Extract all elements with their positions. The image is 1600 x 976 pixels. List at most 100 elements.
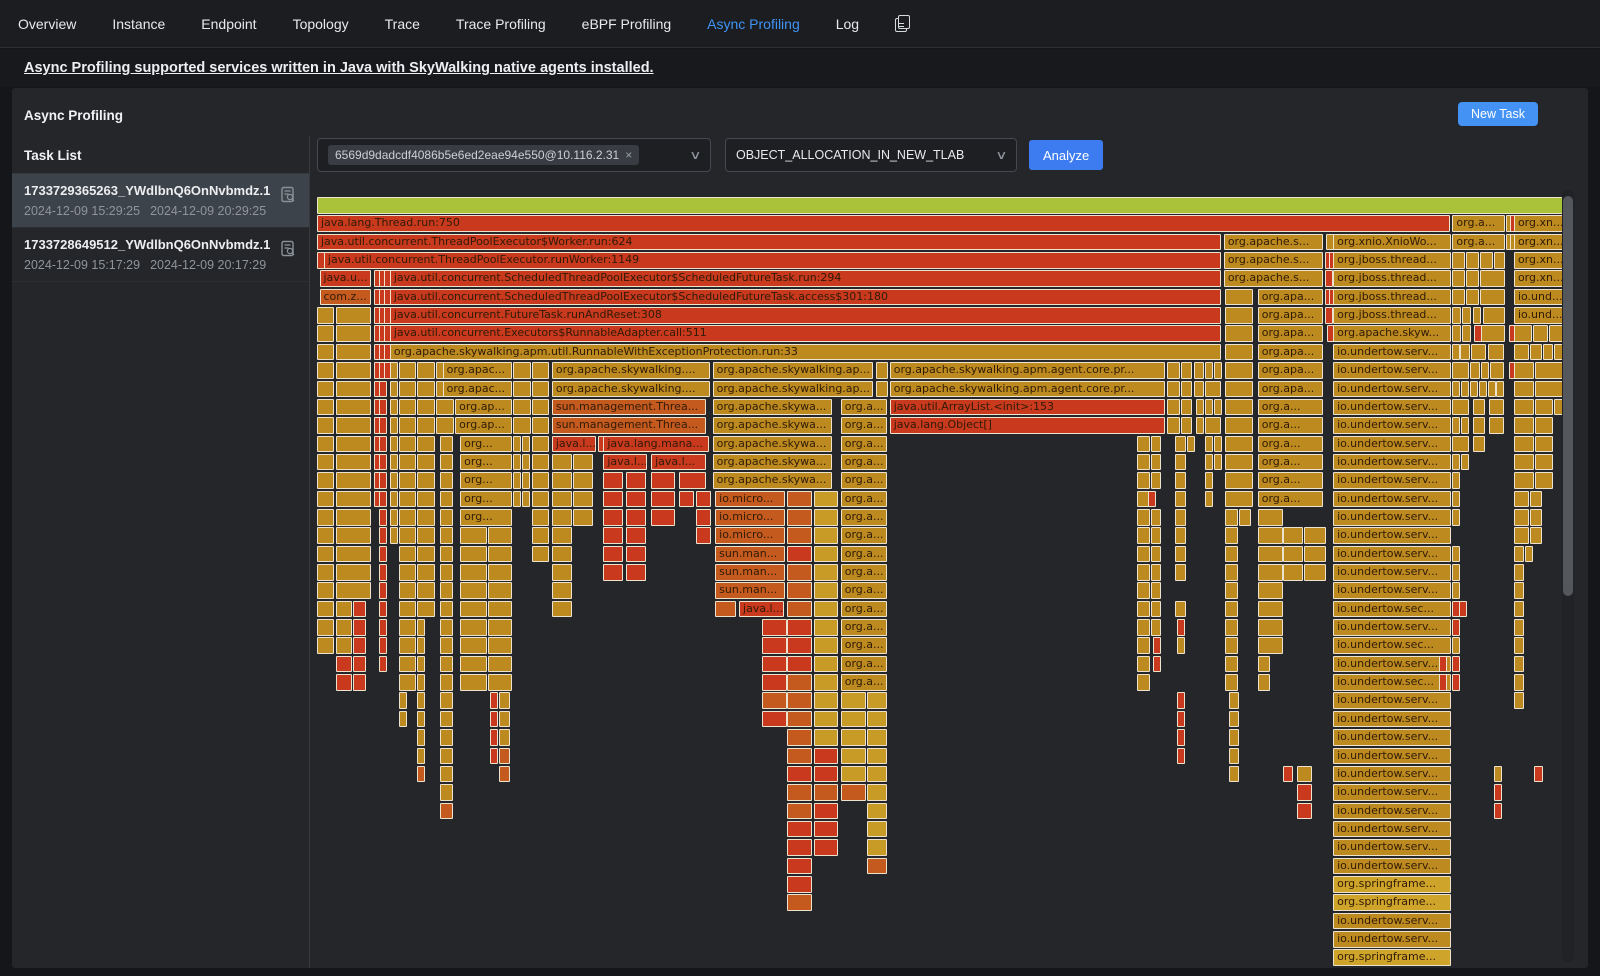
flame-cell[interactable] [399,417,417,434]
flame-cell[interactable] [532,454,550,471]
flame-cell[interactable] [1258,619,1283,636]
flame-cell[interactable] [1452,509,1460,526]
flame-cell[interactable]: org.a... [1452,234,1505,251]
flame-cell[interactable] [1489,417,1504,434]
flame-cell[interactable] [787,803,812,820]
flame-cell[interactable]: org.apa... [1258,344,1323,361]
flame-cell[interactable] [488,674,512,691]
flame-cell[interactable] [787,748,812,765]
flame-cell[interactable] [379,454,387,471]
flame-cell[interactable] [336,307,371,324]
flame-cell[interactable] [1225,454,1253,471]
flame-cell[interactable] [513,436,521,453]
flame-cell[interactable] [399,454,417,471]
remove-instance-icon[interactable]: × [625,148,632,162]
flame-cell[interactable] [1181,381,1192,398]
flame-cell[interactable] [532,436,550,453]
task-item[interactable]: 1733729365263_YWdlbnQ6OnNvbmdz.12024-12-… [12,174,309,228]
event-type-select[interactable]: OBJECT_ALLOCATION_IN_NEW_TLAB ∨ [725,138,1017,172]
flame-cell[interactable] [1205,491,1213,508]
flame-cell[interactable] [603,509,623,526]
flame-cell[interactable]: org.apa... [1258,381,1323,398]
flame-cell[interactable] [626,491,646,508]
flame-cell[interactable] [417,766,425,783]
flame-cell[interactable]: org.jboss.thread... [1333,270,1451,287]
flame-cell[interactable] [353,619,366,636]
flame-cell[interactable] [488,601,512,618]
flame-cell[interactable] [1205,436,1213,453]
flame-cell[interactable] [399,711,408,728]
flame-cell[interactable] [317,527,334,544]
flame-cell[interactable] [603,472,623,489]
flame-cell[interactable]: org.apache.skywa... [713,454,832,471]
flame-cell[interactable]: io.undertow.serv... [1333,381,1451,398]
flame-cell[interactable] [440,491,453,508]
flame-cell[interactable]: org.a... [841,436,887,453]
flame-cell[interactable] [399,674,417,691]
flame-cell[interactable] [762,674,787,691]
flame-cell[interactable] [1225,399,1253,416]
flame-cell[interactable] [1225,564,1238,581]
flame-cell[interactable] [1177,711,1185,728]
flame-cell[interactable] [1214,362,1222,379]
flame-cell[interactable] [1225,582,1238,599]
flame-cell[interactable] [762,656,787,673]
flame-cell[interactable] [1205,381,1221,398]
flame-cell[interactable] [1229,692,1239,709]
flame-cell[interactable] [814,637,838,654]
flame-cell[interactable] [1258,601,1283,618]
flame-cell[interactable] [390,527,398,544]
flame-cell[interactable] [1480,270,1505,287]
flame-cell[interactable] [317,417,334,434]
flame-cell[interactable]: io.undertow.serv... [1333,527,1451,544]
flame-cell[interactable] [390,509,398,526]
flame-cell[interactable]: io.undertow.sec... [1333,674,1451,691]
flame-cell[interactable] [379,399,387,416]
view-task-detail-icon[interactable] [279,240,297,263]
flame-cell[interactable] [552,582,572,599]
flame-cell[interactable] [336,362,371,379]
flame-cell[interactable] [532,362,550,379]
flame-cell[interactable] [651,491,675,508]
flame-cell[interactable] [336,509,371,526]
flame-cell[interactable] [513,491,521,508]
flame-cell[interactable] [1530,344,1541,361]
flame-cell[interactable]: org.a... [841,472,887,489]
flame-cell[interactable] [1452,307,1461,324]
flame-cell[interactable] [317,344,334,361]
flame-cell[interactable]: io.undertow.serv... [1333,839,1451,856]
flame-cell[interactable] [317,509,334,526]
flame-cell[interactable] [1205,454,1213,471]
flame-cell[interactable] [626,546,646,563]
flame-cell[interactable] [679,491,694,508]
flame-cell[interactable] [1137,601,1150,618]
flame-cell[interactable] [814,656,838,673]
flame-cell[interactable] [1175,601,1186,618]
flame-cell[interactable] [1452,582,1460,599]
flame-cell[interactable] [490,729,498,746]
flame-cell[interactable] [353,674,366,691]
flame-cell[interactable]: org... [460,491,511,508]
flame-cell[interactable]: java.util.concurrent.FutureTask.runAndRe… [390,307,1221,324]
flame-cell[interactable]: io.undertow.serv... [1333,656,1451,673]
flame-cell[interactable] [1151,546,1161,563]
flame-cell[interactable] [1514,399,1534,416]
flame-cell[interactable] [787,582,812,599]
new-task-button[interactable]: New Task [1458,102,1538,126]
flame-cell[interactable] [1325,270,1333,287]
flame-cell[interactable] [1530,509,1541,526]
flame-cell[interactable]: org.jboss.thread... [1333,252,1451,269]
flame-cell[interactable] [1304,564,1325,581]
flame-cell[interactable] [841,729,866,746]
flame-cell[interactable] [1148,491,1156,508]
flame-cell[interactable] [1533,325,1548,342]
flame-cell[interactable] [1177,748,1185,765]
flame-cell[interactable] [1175,436,1186,453]
flame-cell[interactable] [814,564,838,581]
flame-cell[interactable]: sun.management.Threa... [552,399,706,416]
flame-cell[interactable] [379,436,387,453]
flame-cell[interactable]: io.undertow.serv... [1333,362,1451,379]
flame-cell[interactable] [390,381,398,398]
flame-cell[interactable]: org.apache.s... [1224,270,1323,287]
flame-cell[interactable] [1535,399,1553,416]
